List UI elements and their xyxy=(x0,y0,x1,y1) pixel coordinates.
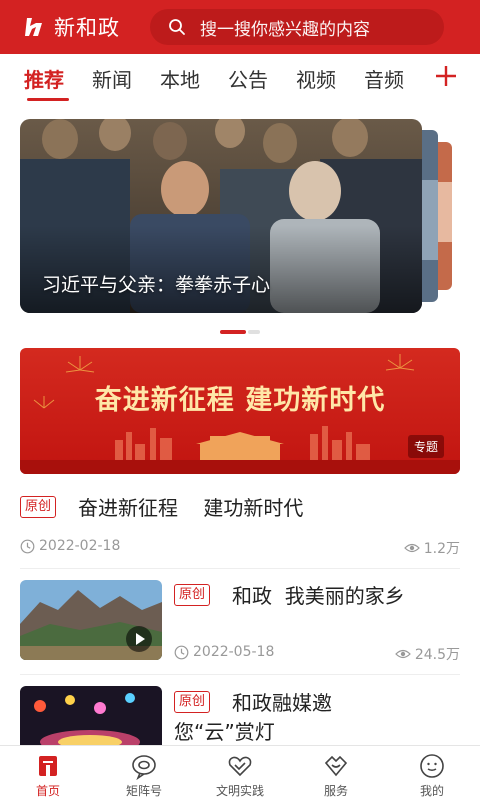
profile-icon xyxy=(420,754,444,778)
article-title-continued[interactable]: 您“云”赏灯 xyxy=(174,716,275,745)
play-icon xyxy=(136,633,145,645)
divider xyxy=(20,674,460,675)
tab-news[interactable]: 新闻 xyxy=(92,64,132,93)
article-thumbnail[interactable] xyxy=(20,580,162,660)
app-header: 新和政 搜一搜你感兴趣的内容 xyxy=(0,0,480,54)
category-tabs: 推荐 新闻 本地 公告 视频 音频 xyxy=(0,54,480,102)
article-views: 1.2万 xyxy=(403,538,460,558)
article-title[interactable]: 和政融媒邀 xyxy=(232,687,332,716)
article-date: 2022-02-18 xyxy=(20,538,120,554)
article-views-text: 24.5万 xyxy=(414,647,460,663)
divider xyxy=(20,568,460,569)
banner-title: 奋进新征程 建功新时代 xyxy=(94,385,386,416)
original-badge: 原创 xyxy=(174,691,211,713)
nav-civilization-practice[interactable]: 文明实践 xyxy=(192,746,288,800)
nav-profile-label: 我的 xyxy=(419,784,444,798)
clock-icon xyxy=(20,539,35,553)
nav-profile[interactable]: 我的 xyxy=(384,746,480,800)
nav-home[interactable]: 首页 xyxy=(0,746,96,800)
service-icon xyxy=(324,755,348,777)
tab-video[interactable]: 视频 xyxy=(296,64,336,93)
original-badge: 原创 xyxy=(20,496,57,518)
nav-matrix-label: 矩阵号 xyxy=(125,784,162,798)
pager-dot-active xyxy=(220,330,246,334)
nav-service[interactable]: 服务 xyxy=(288,746,384,800)
article-views: 24.5万 xyxy=(394,644,460,664)
tab-recommend[interactable]: 推荐 xyxy=(24,64,64,93)
search-bar[interactable]: 搜一搜你感兴趣的内容 xyxy=(150,9,444,45)
banner-topic-tag: 专题 xyxy=(407,435,444,458)
nav-service-label: 服务 xyxy=(323,784,348,798)
search-icon xyxy=(169,19,185,35)
eye-icon xyxy=(394,649,411,659)
logo-icon xyxy=(25,18,42,36)
original-badge: 原创 xyxy=(174,584,211,606)
tab-local[interactable]: 本地 xyxy=(160,64,200,93)
active-tab-indicator xyxy=(27,98,69,101)
tab-audio[interactable]: 音频 xyxy=(364,64,404,93)
carousel-next-preview-2 xyxy=(438,142,452,290)
search-placeholder: 搜一搜你感兴趣的内容 xyxy=(200,19,370,40)
article-date-text: 2022-02-18 xyxy=(39,538,121,554)
add-channel-icon[interactable] xyxy=(434,64,458,88)
article-date-text: 2022-05-18 xyxy=(193,644,275,660)
app-name: 新和政 xyxy=(54,16,120,40)
app-logo[interactable]: 新和政 xyxy=(24,0,120,54)
matrix-icon xyxy=(132,755,156,780)
nav-home-label: 首页 xyxy=(35,784,60,798)
heart-icon xyxy=(228,756,252,777)
bottom-navigation: 首页 矩阵号 文明实践 服务 我的 xyxy=(0,745,480,800)
pager-dot xyxy=(248,330,260,334)
tab-announcement[interactable]: 公告 xyxy=(228,64,268,93)
carousel-pager xyxy=(220,330,260,334)
clock-icon xyxy=(174,645,189,659)
featured-carousel[interactable]: 习近平与父亲：拳拳赤子心 xyxy=(20,119,422,313)
article-date: 2022-05-18 xyxy=(174,644,274,660)
special-topic-banner[interactable]: 奋进新征程 建功新时代 专题 xyxy=(20,348,460,474)
nav-matrix[interactable]: 矩阵号 xyxy=(96,746,192,800)
eye-icon xyxy=(403,543,420,553)
article-title[interactable]: 奋进新征程 建功新时代 xyxy=(78,492,303,521)
article-views-text: 1.2万 xyxy=(423,541,460,557)
article-title[interactable]: 和政 我美丽的家乡 xyxy=(232,580,405,609)
nav-civilization-label: 文明实践 xyxy=(215,784,264,798)
home-icon xyxy=(39,756,57,776)
play-button[interactable] xyxy=(126,626,152,652)
carousel-caption: 习近平与父亲：拳拳赤子心 xyxy=(42,274,271,296)
carousel-next-preview[interactable] xyxy=(422,130,438,302)
